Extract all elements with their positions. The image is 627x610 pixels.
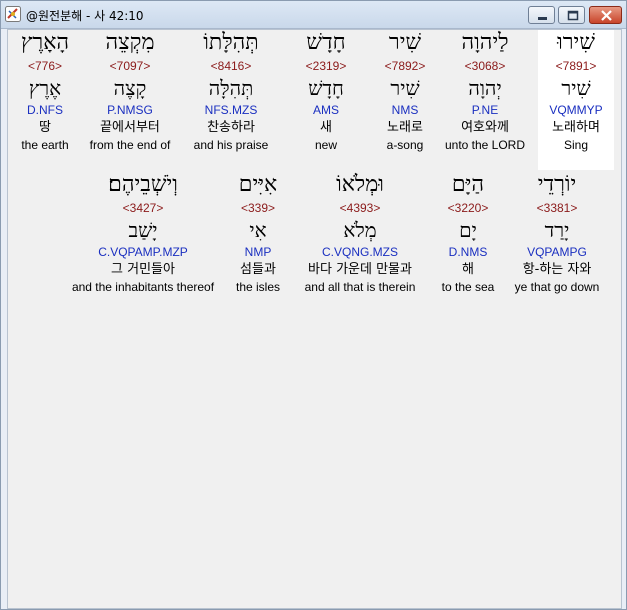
korean-gloss: 노래로	[387, 120, 423, 135]
lemma: אֶרֶץ	[28, 76, 62, 100]
strong-number: <3427>	[122, 201, 164, 215]
maximize-icon	[567, 10, 579, 21]
hebrew-word: מִקְצֵה	[105, 30, 155, 55]
korean-gloss: 찬송하라	[207, 120, 255, 135]
strong-number: <3068>	[464, 59, 506, 73]
hebrew-word: שִׁיר	[388, 30, 422, 55]
strong-number: <3381>	[536, 201, 578, 215]
hebrew-word: תְּהִלָּתוֹ	[203, 30, 259, 55]
lemma: אִי	[249, 218, 267, 242]
korean-gloss: 항-하는 자와	[522, 262, 592, 277]
app-window: @원전분해 - 사 42:10 שִׁירוּ <7891> שִׁיר VQM…	[0, 0, 627, 610]
parsing-code: NMS	[391, 103, 419, 117]
hebrew-word: אִיִּים	[238, 172, 278, 197]
hebrew-word: הַיָּם	[451, 172, 485, 197]
strong-number: <4393>	[339, 201, 381, 215]
korean-gloss: 그 거민들아	[111, 262, 175, 277]
word-unto-the-lord[interactable]: לַיהוָה <3068> יְהוָה P.NE 여호와께 unto the…	[435, 30, 535, 153]
hebrew-word: הָאָרֶץ	[20, 30, 70, 55]
parsing-code: NMP	[244, 245, 272, 259]
english-gloss: and the inhabitants thereof	[71, 280, 215, 294]
parsing-code: C.VQNG.MZS	[321, 245, 398, 259]
korean-gloss: 여호와께	[461, 120, 509, 135]
minimize-icon	[538, 17, 547, 20]
word-ye-that-go-down[interactable]: יוֹרְדֵי <3381> יָרַד VQPAMPG 항-하는 자와 ye…	[504, 172, 610, 295]
parsing-code: P.NMSG	[107, 103, 153, 117]
parsing-code: VQPAMPG	[527, 245, 587, 259]
lemma: תְּהִלָּה	[208, 76, 254, 100]
korean-gloss: 바다 가운데 만물과	[308, 262, 412, 277]
strong-number: <8416>	[210, 59, 252, 73]
korean-gloss: 땅	[39, 120, 51, 135]
parsing-code: NFS.MZS	[204, 103, 258, 117]
lemma: יְהוָה	[468, 76, 502, 100]
strong-number: <7097>	[109, 59, 151, 73]
lemma: שִׁיר	[390, 76, 420, 100]
maximize-button[interactable]	[558, 6, 585, 24]
english-gloss: the isles	[235, 280, 281, 294]
close-button[interactable]	[589, 6, 622, 24]
word-from-the-end-of[interactable]: מִקְצֵה <7097> קָצֶה P.NMSG 끝에서부터 from t…	[80, 30, 180, 153]
strong-number: <2319>	[305, 59, 347, 73]
lemma: יָשַׁב	[128, 218, 158, 242]
window-title: @원전분해 - 사 42:10	[26, 9, 144, 23]
word-new[interactable]: חָדָשׁ <2319> חָדָשׁ AMS 새 new	[291, 30, 361, 153]
parsing-code: C.VQPAMP.MZP	[98, 245, 188, 259]
word-the-earth[interactable]: הָאָרֶץ <776> אֶרֶץ D.NFS 땅 the earth	[10, 30, 80, 153]
lemma: יָם	[459, 218, 477, 242]
word-a-song[interactable]: שִׁיר <7892> שִׁיר NMS 노래로 a-song	[370, 30, 440, 153]
word-to-the-sea[interactable]: הַיָּם <3220> יָם D.NMS 해 to the sea	[428, 172, 508, 295]
strong-number: <339>	[240, 201, 276, 215]
lemma: קָצֶה	[113, 76, 147, 100]
english-gloss: to the sea	[441, 280, 495, 294]
english-gloss: ye that go down	[514, 280, 600, 294]
strong-number: <7892>	[384, 59, 426, 73]
korean-gloss: 섬들과	[240, 262, 276, 277]
close-icon	[601, 10, 612, 21]
korean-gloss: 노래하며	[552, 120, 600, 135]
korean-gloss: 새	[320, 120, 332, 135]
title-bar[interactable]: @원전분해 - 사 42:10	[1, 1, 626, 29]
english-gloss: from the end of	[89, 138, 171, 152]
strong-number: <776>	[27, 59, 63, 73]
parsing-code: VQMMYP	[549, 103, 603, 117]
word-and-his-praise[interactable]: תְּהִלָּתוֹ <8416> תְּהִלָּה NFS.MZS 찬송하…	[181, 30, 281, 153]
english-gloss: unto the LORD	[444, 138, 526, 152]
english-gloss: Sing	[563, 138, 589, 152]
hebrew-word: שִׁירוּ	[557, 30, 595, 55]
parsing-code: D.NFS	[27, 103, 63, 117]
parsing-code: AMS	[312, 103, 339, 117]
korean-gloss: 해	[462, 262, 474, 277]
strong-number: <3220>	[447, 201, 489, 215]
word-sing[interactable]: שִׁירוּ <7891> שִׁיר VQMMYP 노래하며 Sing	[538, 30, 614, 170]
hebrew-word: חָדָשׁ	[306, 30, 346, 55]
korean-gloss: 끝에서부터	[100, 120, 160, 135]
strong-number: <7891>	[555, 59, 597, 73]
english-gloss: the earth	[21, 138, 69, 152]
hebrew-word: לַיהוָה	[461, 30, 509, 55]
hebrew-word: וְיֹשְׁבֵיהֶם׃	[108, 172, 178, 197]
word-and-the-inhabitants-thereof[interactable]: וְיֹשְׁבֵיהֶם׃ <3427> יָשַׁב C.VQPAMP.MZ…	[60, 172, 226, 295]
parsing-code: P.NE	[471, 103, 499, 117]
hebrew-word: יוֹרְדֵי	[537, 172, 577, 197]
word-the-isles[interactable]: אִיִּים <339> אִי NMP 섬들과 the isles	[222, 172, 294, 295]
english-gloss: new	[314, 138, 337, 152]
hebrew-word: וּמְלֹאוֹ	[336, 172, 384, 197]
english-gloss: and his praise	[193, 138, 269, 152]
lemma: יָרַד	[544, 218, 570, 242]
interlinear-panel: שִׁירוּ <7891> שִׁיר VQMMYP 노래하며 Sing לַ…	[7, 29, 622, 609]
lemma: חָדָשׁ	[308, 76, 344, 100]
app-logo-icon	[5, 6, 21, 22]
word-and-all-that-is-therein[interactable]: וּמְלֹאוֹ <4393> מְלֹא C.VQNG.MZS 바다 가운데…	[290, 172, 430, 295]
lemma: שִׁיר	[561, 76, 591, 100]
english-gloss: and all that is therein	[304, 280, 416, 294]
minimize-button[interactable]	[528, 6, 555, 24]
parsing-code: D.NMS	[448, 245, 488, 259]
lemma: מְלֹא	[343, 218, 377, 242]
english-gloss: a-song	[386, 138, 424, 152]
